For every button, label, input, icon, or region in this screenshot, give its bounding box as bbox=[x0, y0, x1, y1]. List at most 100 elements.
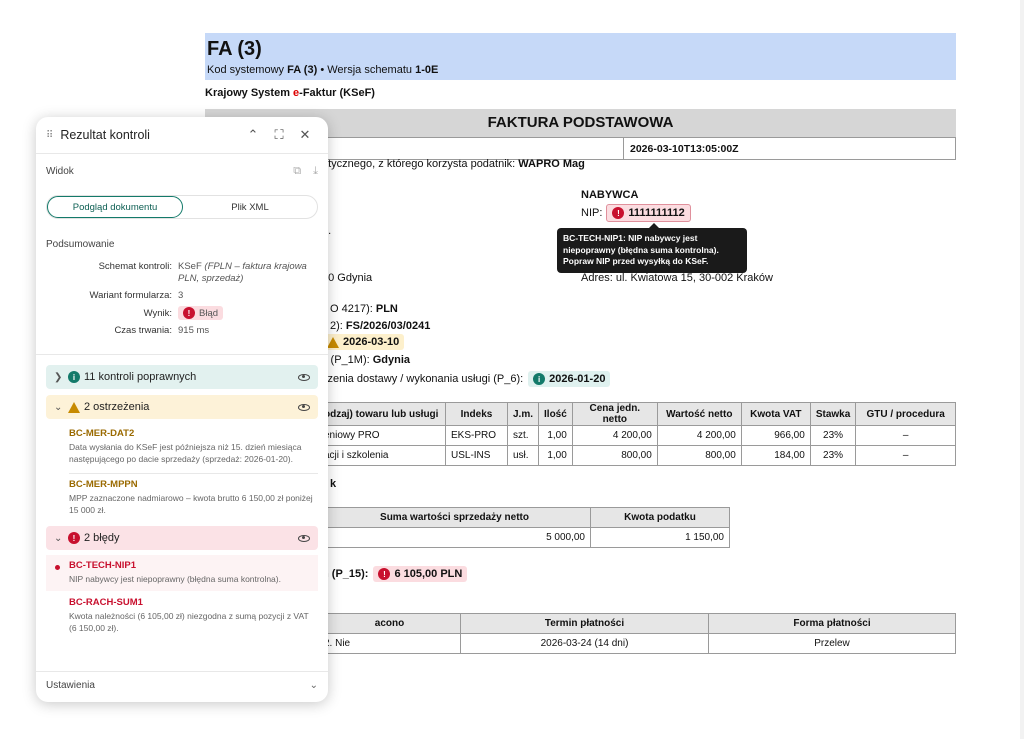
summary-schema: Schemat kontroli: KSeF (FPLN – faktura k… bbox=[98, 261, 307, 284]
eye-icon[interactable] bbox=[298, 373, 310, 381]
panel-header: ⠿ Rezultat kontroli ⌃ ⛶ ✕ bbox=[36, 117, 328, 153]
buyer-address: Adres: ul. Kwiatowa 15, 30-002 Kraków bbox=[581, 272, 773, 284]
table-cell: 800,00 bbox=[656, 445, 742, 466]
error-group-toggle[interactable]: ⌄ ! 2 błędy bbox=[46, 526, 318, 550]
pay-paid-value: 2. Nie bbox=[318, 633, 461, 654]
delivery-line: czenia dostawy / wykonania usługi (P_6):… bbox=[322, 371, 611, 387]
issue-date-warning-chip[interactable]: 2026-03-10 bbox=[322, 334, 405, 350]
warning-item[interactable]: BC-MER-DAT2 Data wysłania do KSeF jest p… bbox=[36, 419, 328, 465]
table-cell: – bbox=[855, 445, 956, 466]
summary-label: Podsumowanie bbox=[46, 239, 115, 250]
result-error-badge: ! Błąd bbox=[178, 306, 224, 320]
items-header-cell: J.m. bbox=[506, 402, 540, 426]
table-cell: 1,00 bbox=[538, 425, 573, 446]
tax-header-net: Suma wartości sprzedaży netto bbox=[318, 507, 591, 528]
items-header-cell: GTU / procedura bbox=[855, 402, 956, 426]
table-row: eniowy PRO EKS-PRO szt. 1,00 4 200,00 4 200,0… bbox=[318, 425, 956, 446]
items-header-cell: odzaj) towaru lub usługi bbox=[318, 402, 446, 426]
table-cell: EKS-PRO bbox=[445, 425, 508, 446]
items-header-cell: Ilość bbox=[538, 402, 573, 426]
tax-vat-value: 1 150,00 bbox=[590, 527, 730, 548]
system-line: atycznego, z którego korzysta podatnik: … bbox=[322, 158, 585, 170]
panel-title: Rezultat kontroli bbox=[60, 128, 150, 142]
ok-group-toggle[interactable]: ❯ i 11 kontroli poprawnych bbox=[46, 365, 318, 389]
delivery-date-ok-chip[interactable]: i 2026-01-20 bbox=[528, 371, 611, 387]
items-header-cell: Cena jedn. netto bbox=[571, 402, 658, 426]
table-cell: – bbox=[855, 425, 956, 446]
table-cell: 800,00 bbox=[571, 445, 658, 466]
chevron-right-icon: ❯ bbox=[54, 371, 63, 383]
ksef-label: Krajowy System e-Faktur (KSeF) bbox=[205, 87, 375, 99]
total-error-chip[interactable]: ! 6 105,00 PLN bbox=[373, 566, 468, 582]
tab-document-preview[interactable]: Podgląd dokumentu bbox=[47, 196, 183, 218]
table-cell: 23% bbox=[809, 445, 857, 466]
copy-icon[interactable]: ⧉ bbox=[293, 165, 301, 178]
table-cell: USL-INS bbox=[445, 445, 508, 466]
view-tabs: Podgląd dokumentu Plik XML bbox=[46, 195, 318, 219]
currency-line: O 4217): PLN bbox=[330, 303, 398, 315]
tax-heading: k bbox=[330, 478, 337, 490]
document-subtitle: Kod systemowy FA (3) • Wersja schematu 1… bbox=[207, 64, 439, 76]
number-line: 2): FS/2026/03/0241 bbox=[330, 320, 431, 332]
tax-header-vat: Kwota podatku bbox=[590, 507, 730, 528]
view-label: Widok bbox=[46, 165, 74, 177]
error-icon: ! bbox=[183, 307, 195, 319]
divider bbox=[36, 671, 328, 672]
drag-handle-icon[interactable]: ⠿ bbox=[46, 130, 53, 141]
eye-icon[interactable] bbox=[298, 403, 310, 411]
control-result-panel: ⠿ Rezultat kontroli ⌃ ⛶ ✕ Widok ⧉ ⤓ Podg… bbox=[36, 117, 328, 702]
chevron-down-icon: ⌄ bbox=[54, 532, 63, 544]
table-cell: eniowy PRO bbox=[318, 425, 446, 446]
items-header-row: odzaj) towaru lub usługi Indeks J.m. Ilość C… bbox=[318, 402, 956, 426]
buyer-heading: NABYWCA bbox=[581, 189, 639, 201]
warning-icon bbox=[327, 336, 339, 348]
error-item[interactable]: BC-RACH-SUM1 Kwota należności (6 105,00 … bbox=[36, 591, 328, 634]
eye-icon[interactable] bbox=[298, 534, 310, 542]
page: FA (3) Kod systemowy FA (3) • Wersja sch… bbox=[0, 0, 1024, 739]
items-header-cell: Kwota VAT bbox=[740, 402, 811, 426]
error-icon: ! bbox=[612, 207, 625, 219]
tax-table: Suma wartości sprzedaży netto Kwota poda… bbox=[318, 507, 730, 548]
error-icon: ! bbox=[68, 532, 80, 544]
summary-variant: Wariant formularza: 3 bbox=[89, 290, 184, 301]
settings-toggle[interactable]: Ustawienia ⌄ bbox=[46, 680, 318, 691]
meta-value: 2026-03-10T13:05:00Z bbox=[623, 137, 956, 160]
table-cell: 966,00 bbox=[740, 425, 811, 446]
nip-error-chip[interactable]: ! 1111111112 bbox=[606, 204, 691, 222]
error-item-selected[interactable]: BC-TECH-NIP1 NIP nabywcy jest niepoprawn… bbox=[46, 555, 318, 591]
warning-icon bbox=[68, 401, 80, 413]
divider bbox=[36, 153, 328, 154]
summary-duration: Czas trwania: 915 ms bbox=[114, 325, 210, 336]
table-cell: 184,00 bbox=[740, 445, 811, 466]
table-cell: 4 200,00 bbox=[571, 425, 658, 446]
warning-group-toggle[interactable]: ⌄ 2 ostrzeżenia bbox=[46, 395, 318, 419]
chevron-up-icon[interactable]: ⌃ bbox=[240, 127, 266, 143]
expand-icon[interactable]: ⛶ bbox=[266, 127, 292, 143]
place-line: y (P_1M): Gdynia bbox=[322, 354, 411, 366]
info-icon: i bbox=[533, 373, 546, 385]
items-table: odzaj) towaru lub usługi Indeks J.m. Ilość C… bbox=[318, 402, 956, 466]
buyer-nip: NIP: ! 1111111112 bbox=[581, 204, 691, 222]
pay-header-due: Termin płatności bbox=[460, 613, 709, 634]
close-icon[interactable]: ✕ bbox=[292, 127, 318, 143]
download-icon[interactable]: ⤓ bbox=[313, 165, 318, 178]
document-title: FA (3) bbox=[207, 38, 262, 60]
summary-list: Schemat kontroli: KSeF (FPLN – faktura k… bbox=[36, 261, 328, 336]
pay-due-value: 2026-03-24 (14 dni) bbox=[460, 633, 709, 654]
chevron-down-icon: ⌄ bbox=[54, 401, 63, 413]
pay-header-form: Forma płatności bbox=[708, 613, 956, 634]
tab-xml-file[interactable]: Plik XML bbox=[183, 196, 317, 218]
divider bbox=[36, 354, 328, 355]
table-cell: acji i szkolenia bbox=[318, 445, 446, 466]
warning-item[interactable]: BC-MER-MPPN MPP zaznaczone nadmiarowo – … bbox=[36, 474, 328, 516]
table-row: acji i szkolenia USL-INS usł. 1,00 800,00 800… bbox=[318, 445, 956, 466]
issue-date-line: 2026-03-10 bbox=[322, 334, 405, 351]
summary-result: Wynik: ! Błąd bbox=[36, 306, 328, 320]
selected-dot-icon bbox=[55, 565, 60, 570]
error-icon: ! bbox=[378, 568, 391, 580]
document-header: FA (3) Kod systemowy FA (3) • Wersja sch… bbox=[205, 33, 956, 80]
items-header-cell: Wartość netto bbox=[656, 402, 742, 426]
error-tooltip: BC-TECH-NIP1: NIP nabywcy jest niepopraw… bbox=[557, 223, 747, 273]
pay-header-paid: acono bbox=[318, 613, 461, 634]
total-line: n (P_15): ! 6 105,00 PLN bbox=[322, 566, 468, 582]
